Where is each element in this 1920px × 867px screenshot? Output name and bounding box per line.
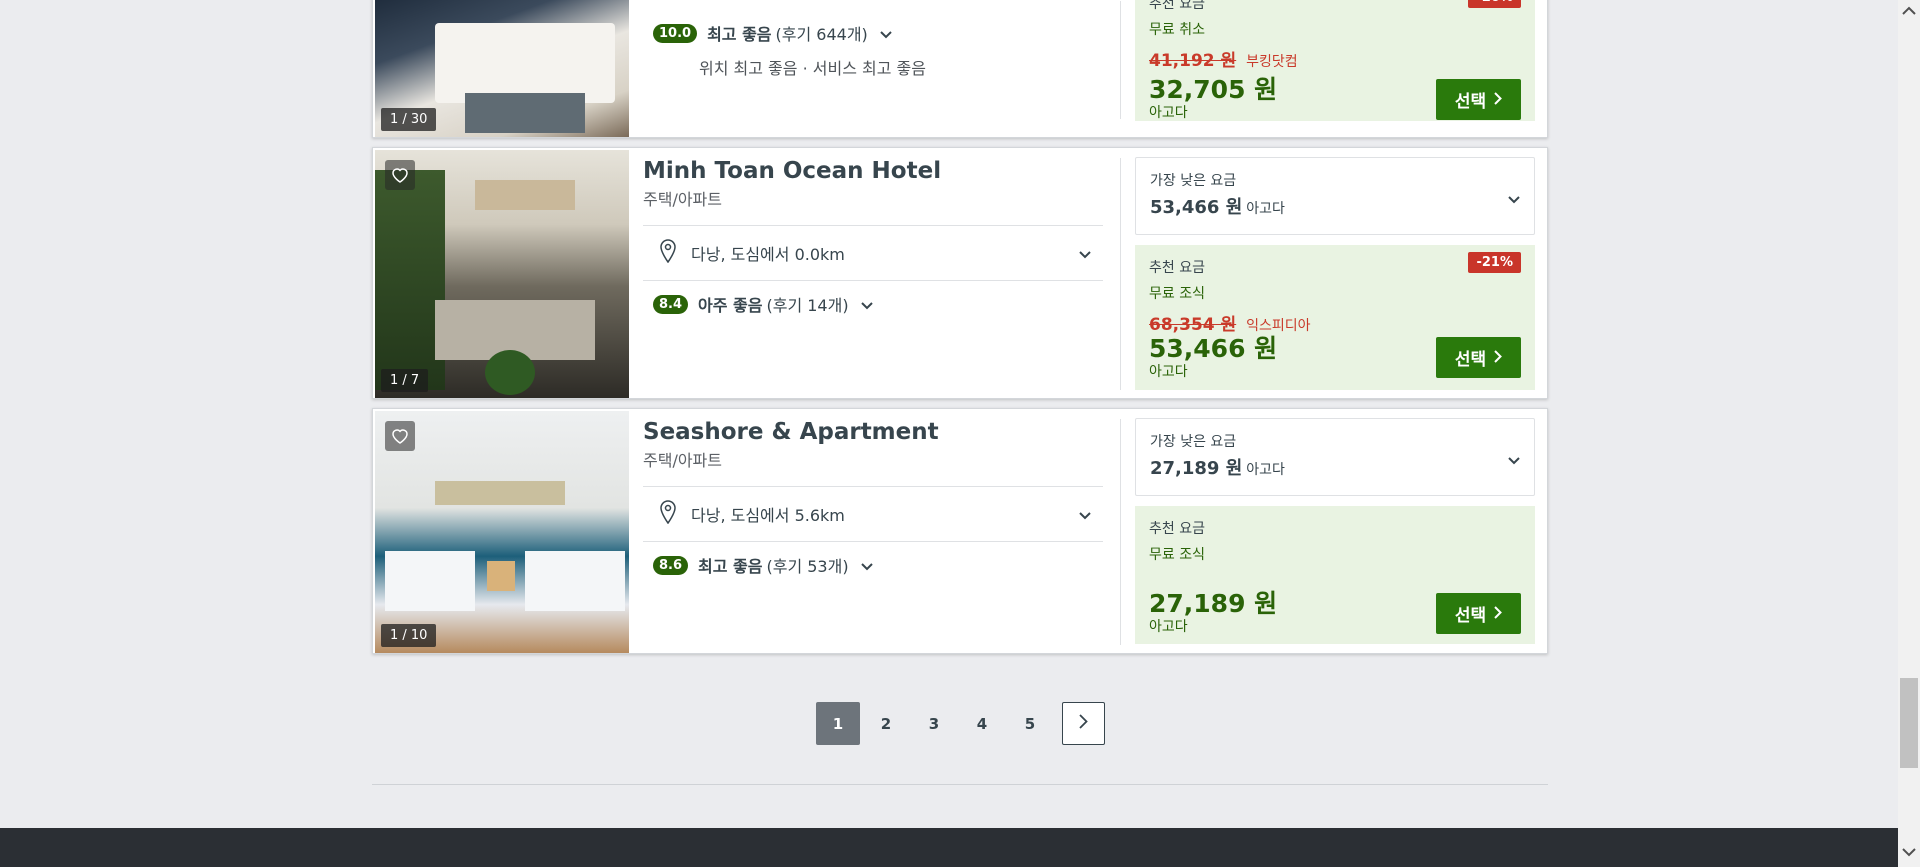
page-2[interactable]: 2	[864, 702, 908, 745]
hotel-photo[interactable]: 1 / 7	[375, 150, 629, 398]
lowest-rate-box[interactable]: 가장 낮은 요금 27,189 원 아고다	[1135, 418, 1535, 496]
chevron-down-icon[interactable]	[1079, 505, 1091, 524]
scroll-up-icon[interactable]	[1898, 6, 1920, 20]
page-3[interactable]: 3	[912, 702, 956, 745]
photo-counter: 1 / 10	[381, 624, 437, 647]
heart-icon[interactable]	[385, 421, 415, 451]
heart-icon[interactable]	[385, 160, 415, 190]
divider	[372, 784, 1548, 785]
chevron-down-icon[interactable]	[1508, 189, 1520, 208]
hotel-info: Seashore & Apartment 주택/아파트	[643, 419, 1103, 471]
map-pin-icon	[659, 500, 677, 528]
hotel-card[interactable]: 1 / 7 Minh Toan Ocean Hotel 주택/아파트 다낭, 도…	[372, 147, 1548, 399]
hotel-info: Minh Toan Ocean Hotel 주택/아파트	[643, 158, 1103, 210]
chevron-down-icon[interactable]	[860, 556, 873, 575]
location-text: 다낭, 도심에서 0.0km	[691, 245, 845, 264]
rec-price-source: 아고다	[1149, 364, 1188, 380]
vertical-scrollbar[interactable]	[1898, 0, 1920, 867]
scrollbar-thumb[interactable]	[1900, 678, 1918, 768]
review-count: (후기 644개)	[775, 25, 868, 44]
select-button[interactable]: 선택	[1436, 337, 1521, 378]
hotel-name[interactable]: Seashore & Apartment	[643, 419, 1103, 445]
location-row[interactable]: 다낭, 도심에서 0.0km	[643, 225, 1103, 281]
recommended-rate-box: 추천 요금 무료 조식 27,189 원 아고다 선택	[1135, 506, 1535, 644]
hotel-photo[interactable]: 1 / 30	[375, 0, 629, 137]
rec-label: 추천 요금	[1149, 0, 1205, 12]
rec-label: 추천 요금	[1149, 521, 1205, 537]
review-count: (후기 53개)	[766, 557, 849, 576]
old-price: 41,192 원	[1149, 51, 1237, 71]
hotel-card[interactable]: 1 / 10 Seashore & Apartment 주택/아파트 다낭, 도…	[372, 408, 1548, 654]
old-price-line: 41,192 원 부킹닷컴	[1149, 46, 1521, 71]
lowest-price-line: 27,189 원 아고다	[1150, 454, 1520, 480]
hotel-type: 주택/아파트	[643, 451, 722, 470]
lowest-price-line: 53,466 원 아고다	[1150, 193, 1520, 219]
select-button-label: 선택	[1454, 606, 1487, 625]
rec-price: 32,705 원	[1149, 75, 1278, 104]
rec-price-source: 아고다	[1149, 619, 1188, 635]
page-footer	[0, 828, 1898, 867]
rating-row[interactable]: 8.4 아주 좋음 (후기 14개)	[653, 292, 873, 316]
select-button-label: 선택	[1454, 350, 1487, 369]
select-button[interactable]: 선택	[1436, 593, 1521, 634]
select-button[interactable]: 선택	[1436, 79, 1521, 120]
recommended-rate-box: 추천 요금 -21% 무료 조식 68,354 원 익스피디아 53,466 원…	[1135, 245, 1535, 390]
rec-label: 추천 요금	[1149, 260, 1205, 276]
location-row[interactable]: 다낭, 도심에서 5.6km	[643, 486, 1103, 542]
rec-perk: 무료 조식	[1149, 547, 1205, 563]
page-4[interactable]: 4	[960, 702, 1004, 745]
divider	[1120, 158, 1121, 390]
rating-badge: 8.6	[653, 555, 689, 575]
rec-price-source: 아고다	[1149, 105, 1188, 121]
old-price-source[interactable]: 부킹닷컴	[1246, 54, 1298, 70]
rating-row[interactable]: 10.0 최고 좋음 (후기 644개)	[653, 21, 892, 45]
discount-badge: -21%	[1468, 252, 1521, 273]
lowest-price: 53,466 원	[1150, 197, 1243, 218]
rating-badge: 8.4	[653, 294, 689, 314]
page-1[interactable]: 1	[816, 702, 860, 745]
page-5[interactable]: 5	[1008, 702, 1052, 745]
rating-text: 최고 좋음	[698, 557, 763, 576]
chevron-right-icon	[1494, 348, 1503, 368]
rec-price: 53,466 원	[1149, 334, 1278, 363]
chevron-down-icon[interactable]	[880, 24, 892, 43]
chevron-down-icon[interactable]	[860, 295, 873, 314]
lowest-rate-box[interactable]: 가장 낮은 요금 53,466 원 아고다	[1135, 157, 1535, 235]
recommended-rate-box: 추천 요금 -20% 무료 취소 41,192 원 부킹닷컴 32,705 원 …	[1135, 0, 1535, 121]
photo-counter: 1 / 7	[381, 369, 429, 392]
divider	[1120, 419, 1121, 645]
map-pin-icon	[659, 239, 677, 267]
hotel-name[interactable]: Minh Toan Ocean Hotel	[643, 158, 1103, 184]
rating-text: 최고 좋음	[707, 25, 772, 44]
lowest-source: 아고다	[1246, 201, 1285, 217]
chevron-right-icon	[1494, 90, 1503, 110]
discount-badge: -20%	[1468, 0, 1521, 8]
divider	[1120, 1, 1121, 119]
rating-sub-detail: 위치 최고 좋음 · 서비스 최고 좋음	[699, 59, 926, 78]
chevron-down-icon[interactable]	[1508, 450, 1520, 469]
lowest-price: 27,189 원	[1150, 458, 1243, 479]
pagination: 1 2 3 4 5	[816, 702, 1109, 745]
rating-text: 아주 좋음	[698, 296, 763, 315]
next-page-button[interactable]	[1062, 702, 1105, 745]
chevron-right-icon	[1079, 714, 1088, 733]
review-count: (후기 14개)	[766, 296, 849, 315]
hotel-card[interactable]: 1 / 30 10.0 최고 좋음 (후기 644개) 위치 최고 좋음 · 서…	[372, 0, 1548, 138]
photo-counter: 1 / 30	[381, 108, 437, 131]
rec-perk: 무료 조식	[1149, 286, 1205, 302]
rating-badge: 10.0	[653, 23, 698, 43]
scroll-down-icon[interactable]	[1898, 847, 1920, 861]
hotel-type: 주택/아파트	[643, 190, 722, 209]
lowest-label: 가장 낮은 요금	[1150, 173, 1237, 189]
rec-perk: 무료 취소	[1149, 22, 1205, 38]
chevron-right-icon	[1494, 604, 1503, 624]
lowest-label: 가장 낮은 요금	[1150, 434, 1237, 450]
hotel-photo[interactable]: 1 / 10	[375, 411, 629, 653]
rating-row[interactable]: 8.6 최고 좋음 (후기 53개)	[653, 553, 873, 577]
select-button-label: 선택	[1454, 92, 1487, 111]
chevron-down-icon[interactable]	[1079, 244, 1091, 263]
lowest-source: 아고다	[1246, 462, 1285, 478]
rec-price: 27,189 원	[1149, 589, 1278, 618]
location-text: 다낭, 도심에서 5.6km	[691, 506, 845, 525]
